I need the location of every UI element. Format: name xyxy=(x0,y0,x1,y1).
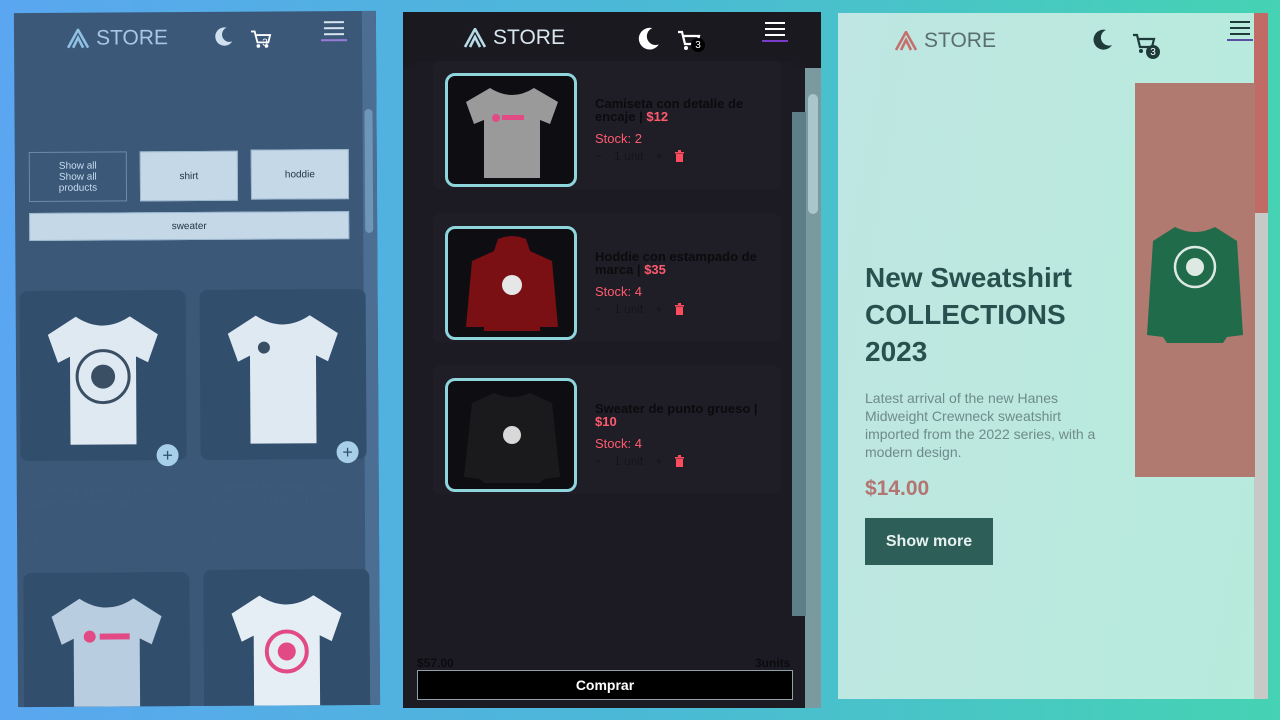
quantity-stepper: − 1 unit + xyxy=(595,454,685,468)
tshirt-image xyxy=(51,598,162,708)
add-to-cart-button[interactable]: + xyxy=(336,441,359,464)
show-more-button[interactable]: Show more xyxy=(865,518,993,565)
cart-item-name: Sweater de punto grueso | $10 xyxy=(595,401,758,429)
brand-name: STORE xyxy=(95,26,169,50)
filter-all-label-3: products xyxy=(58,182,98,194)
header: STORE 3 xyxy=(838,13,1268,69)
product-card[interactable] xyxy=(19,290,187,462)
add-to-cart-button[interactable]: + xyxy=(156,444,179,467)
decrease-button[interactable]: − xyxy=(595,149,602,163)
cart-units: 3units xyxy=(755,656,791,670)
cart-item-stock: Stock: 2 xyxy=(595,131,642,146)
menu-icon[interactable] xyxy=(762,22,788,42)
product-price: $15 xyxy=(212,533,228,544)
logo-icon xyxy=(463,28,487,48)
cart-item-image xyxy=(445,226,577,340)
cart-item-name: Hoddie con estampado de marca | $35 xyxy=(595,249,757,277)
product-name: Camiseta de manga larga con estampado gr… xyxy=(211,481,359,507)
cart-item-image xyxy=(445,73,577,187)
sweatshirt-image xyxy=(1147,227,1243,343)
hero-banner xyxy=(1135,83,1255,477)
brand-name: STORE xyxy=(493,26,565,49)
cart-item: Hoddie con estampado de marca | $35 Stoc… xyxy=(433,214,781,342)
decrease-button[interactable]: − xyxy=(595,302,602,316)
product-name: Camiseta de manga corta con cuello redon… xyxy=(32,484,180,511)
hero-title: New Sweatshirt COLLECTIONS 2023 xyxy=(865,262,1072,367)
filter-sweater-button[interactable]: sweater xyxy=(29,211,350,242)
tshirt-image xyxy=(466,88,558,178)
dark-cart-panel: STORE 3 x Camiseta con detalle de encaje… xyxy=(403,12,821,708)
product-card[interactable] xyxy=(199,288,367,460)
product-card[interactable] xyxy=(203,568,371,708)
logo-icon xyxy=(66,28,90,49)
tshirt-image xyxy=(47,316,158,445)
scrollbar-thumb[interactable] xyxy=(364,108,374,233)
scrollbar-track[interactable] xyxy=(1254,213,1268,699)
cart-count-badge: 3 xyxy=(262,37,268,49)
light-blue-store-panel: STORE 3 Show all Show all products shirt… xyxy=(13,10,381,708)
buy-button[interactable]: Comprar xyxy=(417,670,793,700)
hoodie-image xyxy=(466,236,558,331)
increase-button[interactable]: + xyxy=(655,149,662,163)
trash-icon[interactable] xyxy=(674,150,685,162)
logo-icon xyxy=(894,31,918,51)
page-scrollbar-thumb[interactable] xyxy=(808,94,818,214)
filter-shirt-button[interactable]: shirt xyxy=(139,150,239,202)
store-logo[interactable]: STORE xyxy=(66,26,168,51)
moon-icon[interactable] xyxy=(1090,27,1114,53)
mint-hero-panel: STORE 3 New Sweatshirt COLLECTIONS 2023 … xyxy=(838,13,1268,699)
filter-show-all-button[interactable]: Show all Show all products xyxy=(28,151,128,203)
increase-button[interactable]: + xyxy=(655,454,662,468)
cart-item: Sweater de punto grueso | $10 Stock: 4 −… xyxy=(433,366,781,494)
quantity-stepper: − 1 unit + xyxy=(595,302,685,316)
menu-icon[interactable] xyxy=(321,21,348,42)
cart-count-badge: 3 xyxy=(1146,45,1160,59)
hero-price: $14.00 xyxy=(865,477,930,500)
tshirt-image xyxy=(231,595,342,708)
filter-all-label: Show all xyxy=(58,160,97,172)
cart-item-name: Camiseta con detalle de encaje | $12 xyxy=(595,96,744,124)
cart-item-stock: Stock: 4 xyxy=(595,284,642,299)
menu-icon[interactable] xyxy=(1227,21,1253,41)
store-logo[interactable]: STORE xyxy=(894,29,996,53)
quantity-value: 1 unit xyxy=(614,302,644,316)
product-card[interactable] xyxy=(23,572,191,708)
trash-icon[interactable] xyxy=(674,303,685,315)
moon-icon[interactable] xyxy=(635,26,661,52)
header: STORE 3 xyxy=(403,12,821,68)
cart-drawer: x Camiseta con detalle de encaje | $12 S… xyxy=(417,61,806,666)
trash-icon[interactable] xyxy=(674,455,685,467)
cart-item-image xyxy=(445,378,577,492)
cart-count-badge: 3 xyxy=(691,38,705,52)
brand-name: STORE xyxy=(924,29,996,52)
cart-item: Camiseta con detalle de encaje | $12 Sto… xyxy=(433,61,781,189)
product-price: $10 xyxy=(33,536,49,548)
sweater-image xyxy=(464,393,560,483)
quantity-value: 1 unit xyxy=(614,454,644,468)
cart-item-stock: Stock: 4 xyxy=(595,436,642,451)
quantity-value: 1 unit xyxy=(614,149,644,163)
store-logo[interactable]: STORE xyxy=(463,26,565,50)
moon-icon[interactable] xyxy=(212,26,234,48)
quantity-stepper: − 1 unit + xyxy=(595,149,685,163)
hero-description: Latest arrival of the new Hanes Midweigh… xyxy=(865,390,1096,460)
increase-button[interactable]: + xyxy=(655,302,662,316)
cart-scrollbar[interactable] xyxy=(792,112,806,616)
header: STORE 3 xyxy=(14,11,376,69)
cart-total: $57.00 xyxy=(417,656,454,670)
tshirt-image xyxy=(227,315,338,444)
filter-all-label-2: Show all xyxy=(58,171,97,183)
decrease-button[interactable]: − xyxy=(595,454,602,468)
filter-hoddie-button[interactable]: hoddie xyxy=(250,149,350,200)
